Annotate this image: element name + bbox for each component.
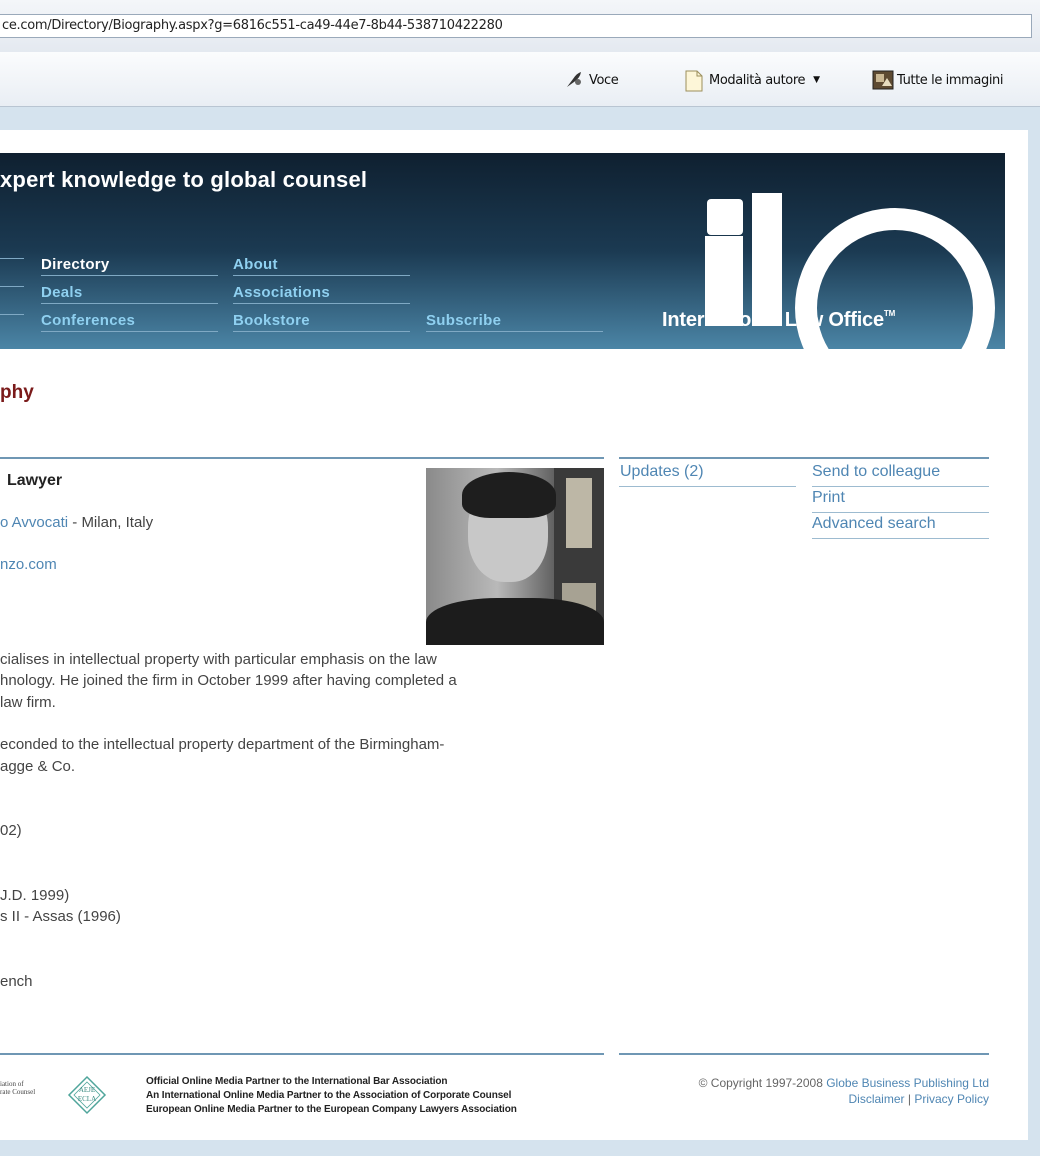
nav-partial-3[interactable] [0,312,24,315]
firm-line: o Avvocati - Milan, Italy [0,514,154,531]
privacy-policy-link[interactable]: Privacy Policy [914,1092,989,1106]
bio-line: cialises in intellectual property with p… [0,651,437,668]
logo-text: International Law OfficeTM [662,309,896,331]
web-page: xpert knowledge to global counsel Direct… [0,130,1028,1140]
content-divider [0,457,604,459]
nav-associations[interactable]: Associations [233,284,410,304]
nav-about[interactable]: About [233,256,410,276]
nav-subscribe[interactable]: Subscribe [426,312,603,332]
partner-text: Official Online Media Partner to the Int… [146,1076,517,1115]
nav-partial-2[interactable] [0,284,24,287]
footer-divider [0,1053,604,1055]
page-title: phy [0,382,34,403]
nav-directory[interactable]: Directory [41,256,218,276]
sidebar-divider [619,457,989,459]
site-banner: xpert knowledge to global counsel Direct… [0,153,1005,349]
ecla-badge[interactable]: AEJE ECLA [67,1075,107,1115]
lawyer-photo [426,468,604,645]
bio-line: hnology. He joined the firm in October 1… [0,672,457,689]
bio-line: s II - Assas (1996) [0,908,121,925]
author-mode-button[interactable]: Modalità autore ▼ [684,69,820,92]
disclaimer-link[interactable]: Disclaimer [848,1092,904,1106]
print-link[interactable]: Print [812,489,845,507]
logo-i-dot [707,199,743,235]
bio-line: law firm. [0,694,56,711]
copyright-block: © Copyright 1997-2008 Globe Business Pub… [698,1076,989,1106]
updates-link[interactable]: Updates (2) [620,463,704,481]
send-to-colleague-link[interactable]: Send to colleague [812,463,940,481]
page-icon [684,70,704,92]
bio-line: ench [0,973,33,990]
url-field[interactable]: ce.com/Directory/Biography.aspx?g=6816c5… [0,14,1032,38]
bio-line: econded to the intellectual property dep… [0,736,445,753]
all-images-label: Tutte le immagini [897,72,1004,88]
feather-icon [564,70,584,90]
voice-button[interactable]: Voce [564,69,619,91]
sidebar-rule [812,512,989,513]
publisher-link[interactable]: Globe Business Publishing Ltd [826,1076,989,1090]
nav-deals[interactable]: Deals [41,284,218,304]
footer-divider [619,1053,989,1055]
advanced-search-link[interactable]: Advanced search [812,515,936,533]
nav-conferences[interactable]: Conferences [41,312,218,332]
logo-l [752,193,782,326]
sidebar-rule [619,486,796,487]
image-icon [872,70,894,90]
nav-partial-1[interactable] [0,256,24,259]
nav-bookstore[interactable]: Bookstore [233,312,410,332]
chevron-down-icon: ▼ [813,75,820,85]
bio-line: 02) [0,822,22,839]
site-tagline: xpert knowledge to global counsel [0,167,368,192]
bio-line: agge & Co. [0,758,76,775]
sidebar-rule [812,486,989,487]
acc-logo[interactable]: iation of rate Counsel [0,1080,35,1096]
sidebar-rule [812,538,989,539]
firm-link[interactable]: o Avvocati [0,514,68,531]
command-bar: Voce Modalità autore ▼ Tutte le immagini [0,52,1040,107]
bio-line: J.D. 1999) [0,887,70,904]
all-images-button[interactable]: Tutte le immagini [872,69,1003,91]
author-mode-label: Modalità autore [709,72,806,88]
lawyer-heading: Lawyer [7,472,63,489]
email-link[interactable]: nzo.com [0,556,57,573]
voice-label: Voce [589,72,619,88]
address-bar: ce.com/Directory/Biography.aspx?g=6816c5… [0,0,1040,53]
